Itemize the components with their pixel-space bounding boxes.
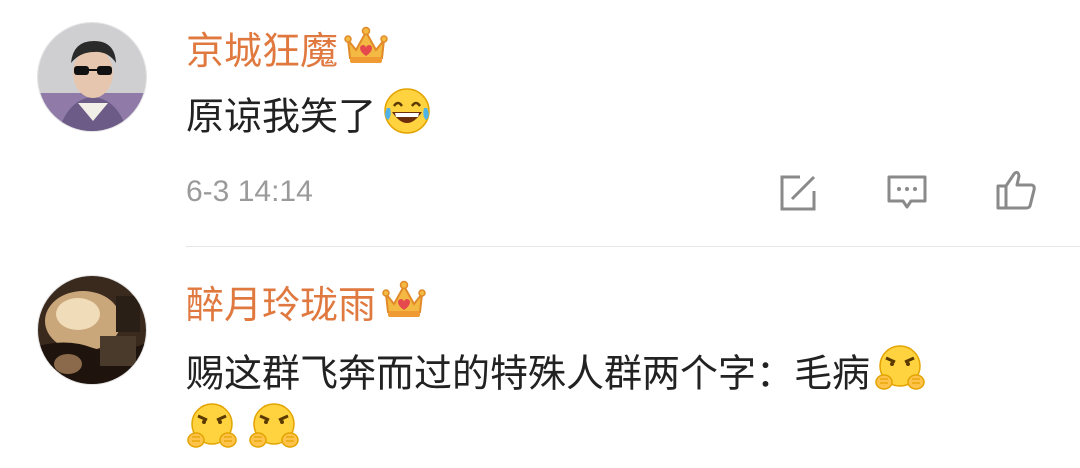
comment-button[interactable]	[885, 171, 929, 215]
forward-button[interactable]	[776, 171, 820, 215]
comment-item: 京城狂魔 原谅我笑了 6-3 14:14	[0, 0, 1080, 248]
divider	[186, 246, 1080, 247]
angry-fist-emoji-icon	[186, 400, 238, 468]
forward-icon	[780, 175, 816, 211]
comment-item: 醉月玲珑雨 赐这群飞奔而过的特殊人群两个字：毛病	[0, 248, 1080, 468]
emoji-row	[186, 400, 300, 468]
like-icon	[996, 170, 1036, 210]
comment-text-content: 赐这群飞奔而过的特殊人群两个字：毛病	[186, 351, 871, 396]
username[interactable]: 醉月玲珑雨	[186, 280, 426, 329]
username-text[interactable]: 醉月玲珑雨	[186, 283, 376, 327]
laugh-cry-emoji-icon	[382, 86, 432, 152]
username[interactable]: 京城狂魔	[186, 26, 388, 75]
comment-text: 原谅我笑了	[186, 86, 432, 152]
comment-text-content: 原谅我笑了	[186, 94, 377, 139]
avatar[interactable]	[37, 275, 147, 385]
avatar[interactable]	[37, 22, 147, 132]
crown-icon	[382, 280, 426, 329]
like-button[interactable]	[994, 168, 1038, 212]
crown-icon	[344, 26, 388, 75]
angry-fist-emoji-icon	[874, 342, 926, 410]
timestamp: 6-3 14:14	[186, 175, 313, 208]
angry-fist-emoji-icon	[248, 400, 300, 468]
comment-icon	[887, 175, 927, 209]
username-text[interactable]: 京城狂魔	[186, 29, 338, 73]
